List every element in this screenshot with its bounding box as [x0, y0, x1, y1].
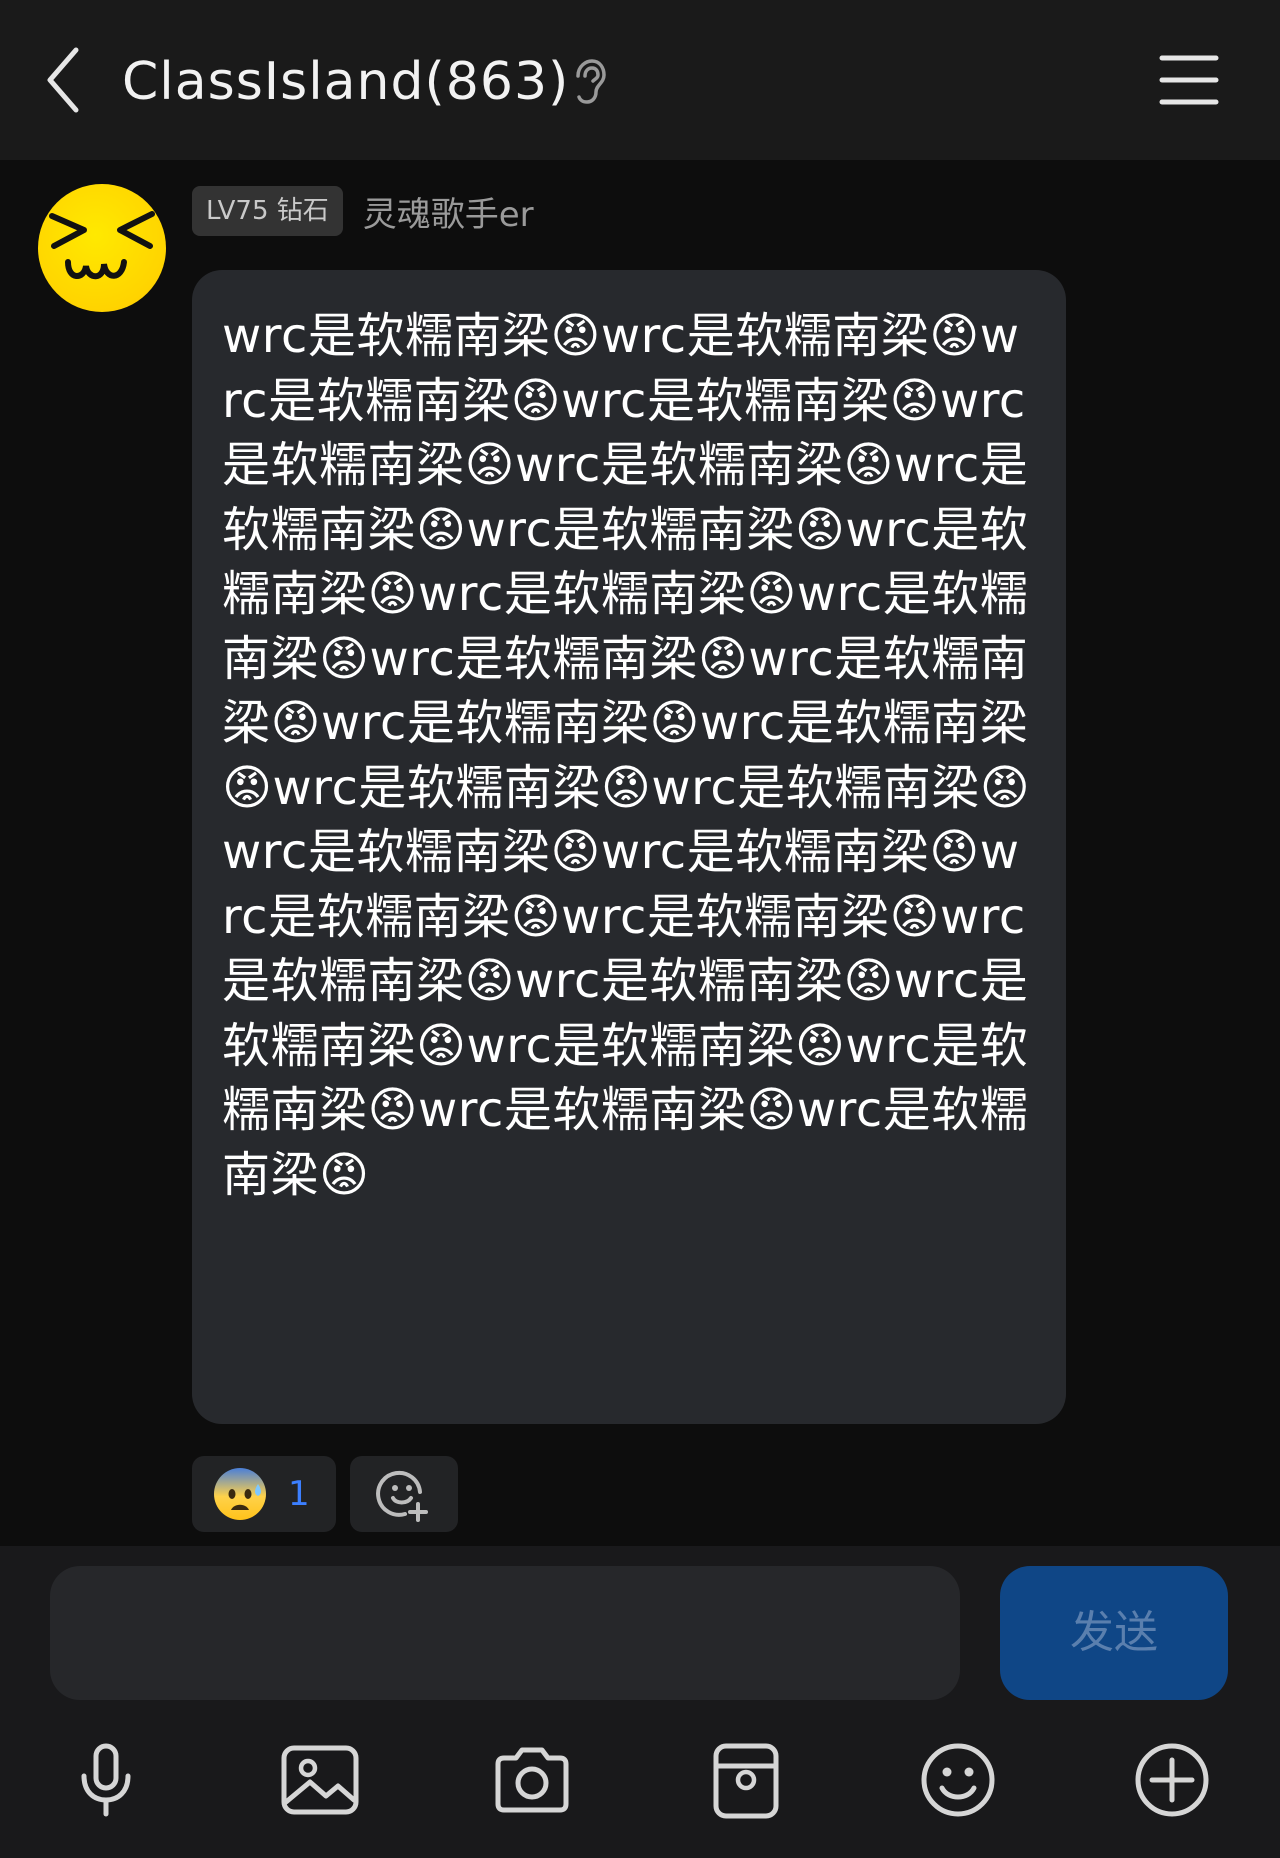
sticker-button[interactable]	[706, 1740, 786, 1820]
message-bubble[interactable]: wrc是软糯南梁😡wrc是软糯南梁😡wrc是软糯南梁😡wrc是软糯南梁😡wrc是…	[192, 270, 1066, 1424]
menu-button[interactable]	[1156, 50, 1222, 110]
image-icon	[281, 1745, 359, 1815]
chat-title: ClassIsland(863)	[122, 52, 570, 112]
camera-icon	[495, 1747, 569, 1813]
microphone-button[interactable]	[66, 1740, 146, 1820]
anxious-face-with-sweat-icon	[214, 1468, 266, 1520]
send-button[interactable]: 发送	[1000, 1566, 1228, 1700]
composer-bar: 发送	[0, 1546, 1280, 1710]
squinting-laugh-face-avatar	[49, 211, 155, 280]
chevron-left-icon	[47, 47, 79, 113]
emoji-button[interactable]	[918, 1740, 998, 1820]
bottom-toolbar	[0, 1710, 1280, 1858]
message-text: wrc是软糯南梁😡wrc是软糯南梁😡wrc是软糯南梁😡wrc是软糯南梁😡wrc是…	[222, 308, 1031, 1203]
message-input[interactable]	[50, 1566, 960, 1700]
emoji-icon	[921, 1743, 995, 1817]
sender-name[interactable]: 灵魂歌手er	[363, 187, 534, 236]
avatar[interactable]	[38, 184, 166, 312]
back-button[interactable]	[40, 40, 88, 120]
hamburger-menu-icon	[1159, 55, 1219, 105]
chat-area[interactable]: LV75 钻石 灵魂歌手er wrc是软糯南梁😡wrc是软糯南梁😡wrc是软糯南…	[0, 160, 1280, 1546]
level-badge[interactable]: LV75 钻石	[192, 186, 343, 236]
add-reaction-icon	[376, 1470, 428, 1522]
reaction-chip[interactable]: 1	[192, 1456, 336, 1532]
reaction-count: 1	[288, 1474, 310, 1514]
add-reaction-button[interactable]	[350, 1456, 458, 1532]
ear-icon[interactable]	[570, 58, 608, 106]
chat-header: ClassIsland(863)	[0, 0, 1280, 160]
sticker-icon	[713, 1743, 779, 1819]
camera-button[interactable]	[492, 1740, 572, 1820]
more-button[interactable]	[1132, 1740, 1212, 1820]
microphone-icon	[81, 1743, 131, 1817]
sender-meta: LV75 钻石 灵魂歌手er	[192, 186, 534, 236]
plus-icon	[1135, 1743, 1209, 1817]
image-button[interactable]	[280, 1740, 360, 1820]
